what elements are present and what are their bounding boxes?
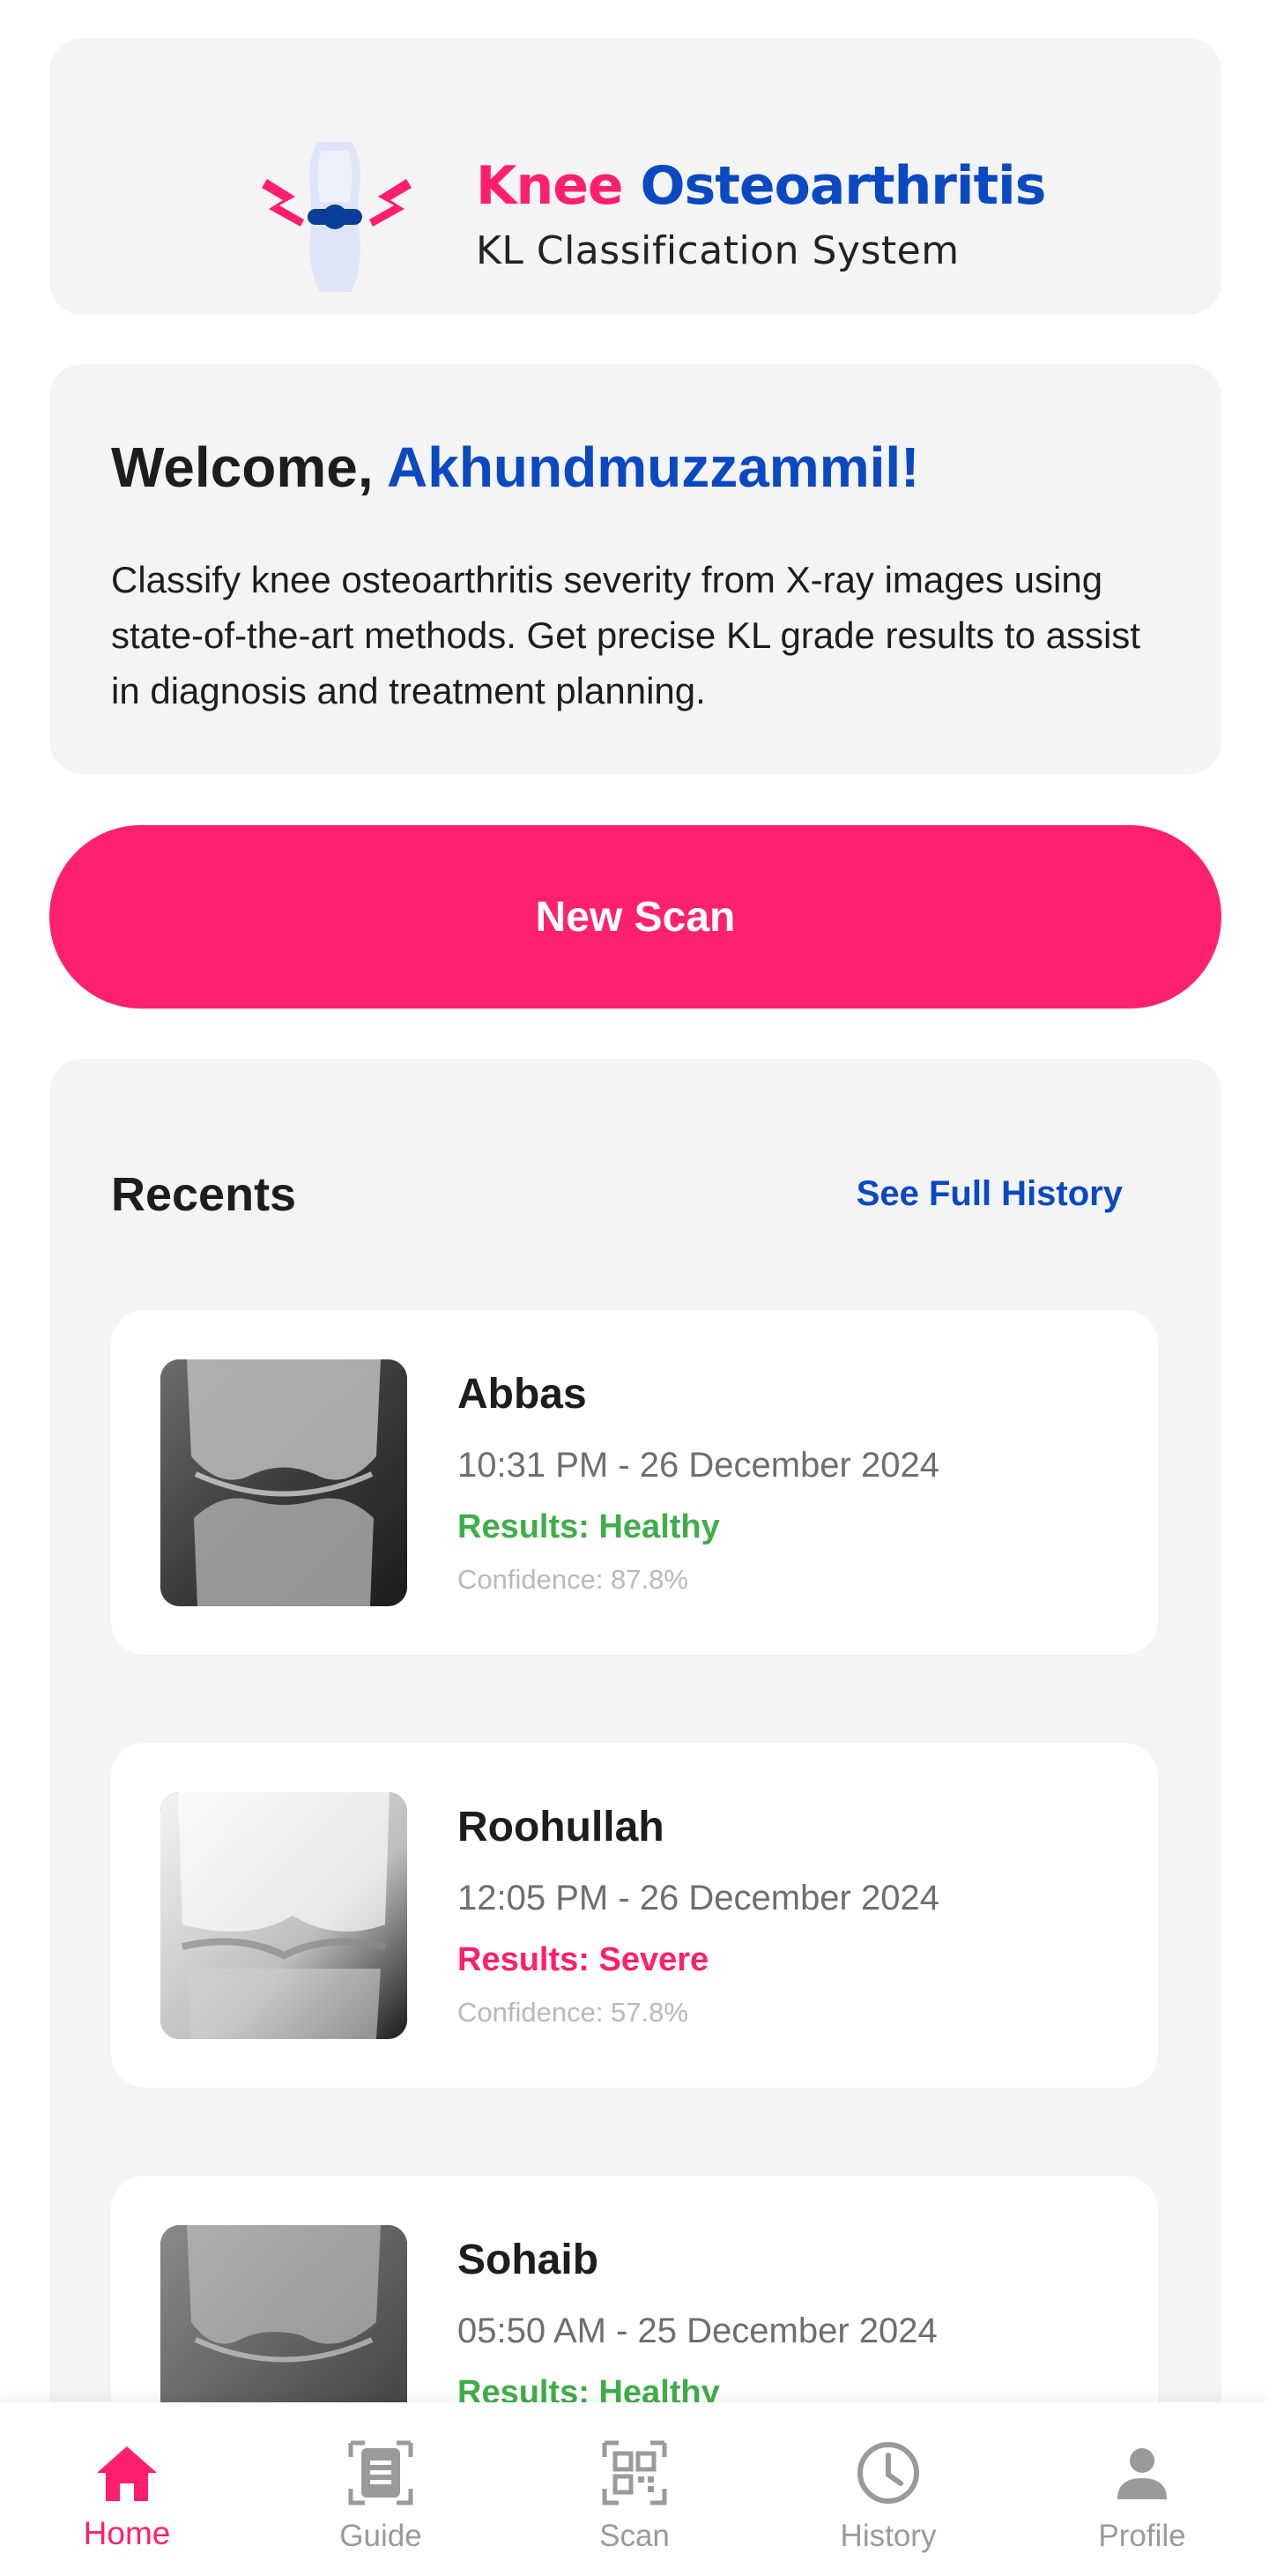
app-header: Knee Osteoarthritis KL Classification Sy… — [49, 38, 1221, 315]
scan-datetime: 05:50 AM - 25 December 2024 — [457, 2312, 938, 2350]
welcome-description: Classify knee osteoarthritis severity fr… — [111, 559, 1140, 711]
home-screen: Knee Osteoarthritis KL Classification Sy… — [0, 0, 1269, 2576]
bottom-navigation: Home Guide Scan History Profile — [0, 2402, 1269, 2576]
app-subtitle: KL Classification System — [476, 228, 960, 273]
welcome-heading: Welcome, Akhundmuzzammil! — [111, 439, 919, 495]
nav-home-label: Home — [83, 2515, 171, 2551]
qr-scan-icon — [599, 2438, 670, 2508]
recents-section: Recents See Full History Abbas 10:31 PM … — [49, 1059, 1221, 2576]
person-icon — [1107, 2438, 1177, 2508]
recent-scan-item[interactable]: Abbas 10:31 PM - 26 December 2024 Result… — [111, 1310, 1158, 1655]
scan-confidence: Confidence: 57.8% — [457, 1997, 688, 2028]
scan-confidence: Confidence: 87.8% — [457, 1564, 688, 1595]
scan-datetime: 12:05 PM - 26 December 2024 — [457, 1879, 939, 1917]
nav-profile-label: Profile — [1098, 2519, 1186, 2553]
xray-thumbnail — [160, 1359, 407, 1606]
nav-history-label: History — [840, 2519, 937, 2553]
home-icon — [92, 2438, 162, 2508]
nav-scan[interactable]: Scan — [508, 2402, 761, 2576]
scan-datetime: 10:31 PM - 26 December 2024 — [457, 1446, 939, 1485]
app-title: Knee Osteoarthritis — [476, 160, 1046, 212]
patient-name: Abbas — [457, 1371, 587, 1418]
scan-result-healthy: Results: Healthy — [457, 1508, 720, 1545]
scan-result-severe: Results: Severe — [457, 1941, 709, 1978]
welcome-user-name: Akhundmuzzammil! — [387, 436, 920, 499]
guide-icon — [345, 2438, 416, 2508]
nav-history[interactable]: History — [761, 2402, 1015, 2576]
patient-name: Sohaib — [457, 2237, 599, 2283]
clock-icon — [853, 2438, 924, 2508]
knee-joint-logo-icon — [256, 133, 417, 296]
recent-scan-item[interactable]: Roohullah 12:05 PM - 26 December 2024 Re… — [111, 1743, 1158, 2088]
welcome-card: Welcome, Akhundmuzzammil! Classify knee … — [49, 364, 1221, 774]
nav-guide-label: Guide — [339, 2519, 422, 2553]
app-title-knee: Knee — [476, 155, 624, 217]
new-scan-button[interactable]: New Scan — [49, 825, 1221, 1009]
welcome-greeting: Welcome, — [111, 436, 387, 499]
nav-guide[interactable]: Guide — [254, 2402, 508, 2576]
see-full-history-link[interactable]: See Full History — [857, 1176, 1123, 1211]
app-title-osteoarthritis: Osteoarthritis — [640, 155, 1047, 217]
nav-scan-label: Scan — [599, 2519, 670, 2553]
nav-profile[interactable]: Profile — [1015, 2402, 1269, 2576]
patient-name: Roohullah — [457, 1804, 664, 1850]
nav-home[interactable]: Home — [0, 2402, 254, 2576]
xray-thumbnail — [160, 1792, 407, 2039]
recents-title: Recents — [111, 1168, 297, 1221]
